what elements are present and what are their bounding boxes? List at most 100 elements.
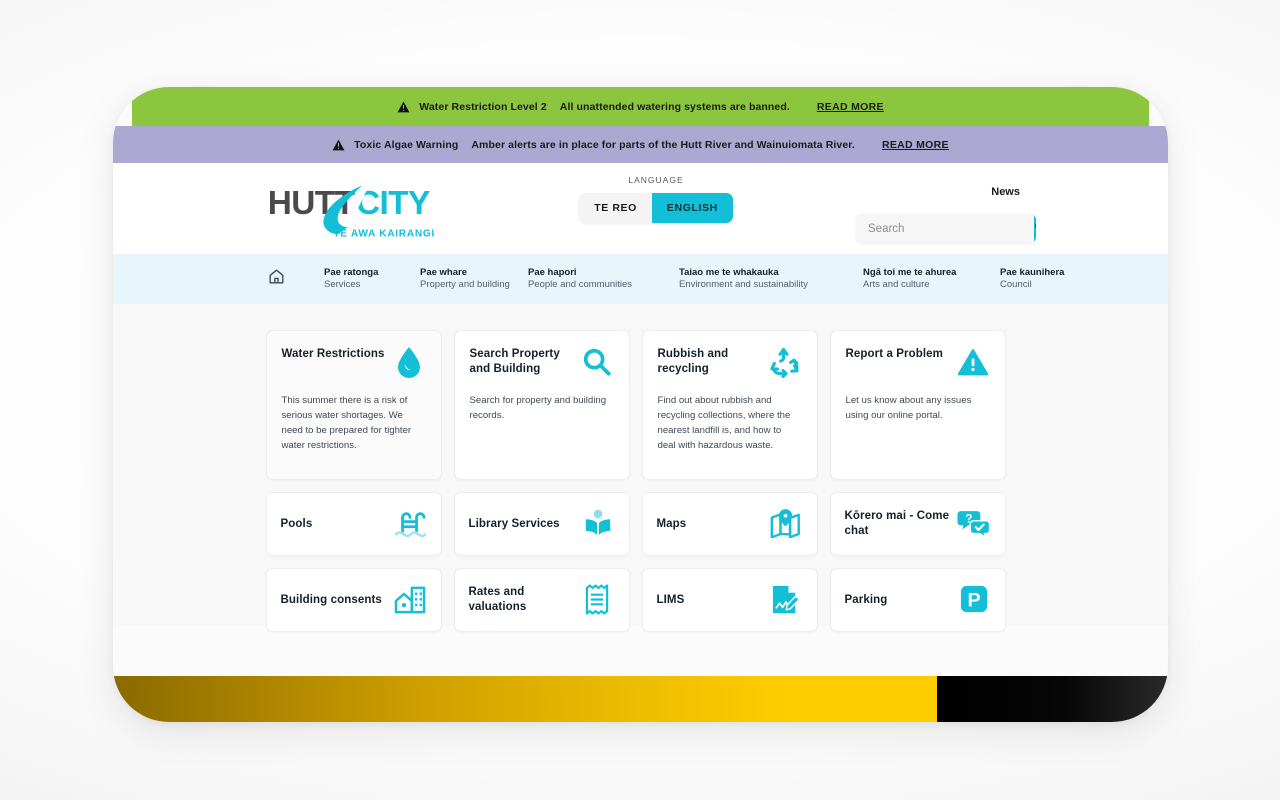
nav-item-label-en: Arts and culture (863, 278, 930, 290)
nav-item-label-mi: Pae ratonga (324, 266, 379, 278)
card-water-restrictions[interactable]: Water Restrictions This summer there is … (265, 330, 442, 480)
card-header: Water Restrictions (282, 347, 426, 381)
card-rates-and-valuations[interactable]: Rates and valuations (453, 568, 630, 632)
nav-item-label-mi: Pae kaunihera (1000, 266, 1065, 278)
open-book-icon (581, 506, 615, 540)
card-header: Maps (657, 508, 803, 540)
card-header: Rates and valuations (468, 582, 615, 616)
card-title: Parking (844, 593, 888, 606)
card-building-consents[interactable]: Building consents (265, 568, 442, 632)
alert-read-more-link[interactable]: READ MORE (882, 139, 949, 151)
svg-text:P: P (967, 589, 980, 611)
nav-item-label-mi: Pae hapori (528, 266, 577, 278)
news-link[interactable]: News (991, 186, 1020, 198)
card-header: Rubbish and recycling (658, 347, 802, 381)
nav-item-label-en: Property and building (420, 278, 510, 290)
nav-item-label-mi: Ngā toi me te ahurea (863, 266, 957, 278)
card-title: Kōrero mai - Come chat (844, 510, 950, 537)
main-content: Water Restrictions This summer there is … (113, 304, 1168, 632)
card-korero-mai-come-chat[interactable]: Kōrero mai - Come chat ? (829, 492, 1006, 556)
alert-triangle-icon (956, 345, 990, 379)
card-description: Find out about rubbish and recycling col… (657, 395, 791, 452)
card-description: Let us know about any issues using our o… (845, 395, 972, 422)
card-description: This summer there is a risk of serious w… (281, 395, 412, 452)
card-grid: Water Restrictions This summer there is … (265, 330, 1016, 632)
search-button[interactable] (1034, 214, 1036, 243)
search-input[interactable] (856, 214, 1034, 243)
nav-item-label-en: Services (324, 278, 361, 290)
recycle-icon (768, 345, 802, 379)
card-header: LIMS (657, 584, 803, 616)
card-maps[interactable]: Maps (641, 492, 818, 556)
alert-banner-toxic-algae[interactable]: Toxic Algae Warning Amber alerts are in … (113, 126, 1168, 163)
card-title: Report a Problem (845, 348, 943, 360)
card-library-services[interactable]: Library Services (453, 492, 630, 556)
nav-item-label-en: Environment and sustainability (679, 278, 808, 290)
water-drop-icon (392, 345, 426, 379)
svg-text:TE AWA KAIRANGI: TE AWA KAIRANGI (333, 229, 435, 239)
card-header: Pools (281, 508, 427, 540)
alert-text: All unattended watering systems are bann… (559, 100, 790, 113)
card-title: Building consents (280, 593, 382, 606)
site-header: HUTT CITY TE AWA KAIRANGI LANGUAGE TE RE… (113, 163, 1168, 254)
parking-p-icon: P (957, 582, 991, 616)
document-pen-icon (769, 582, 803, 616)
warning-triangle-icon (397, 101, 410, 113)
card-title: Maps (656, 517, 687, 530)
card-title: Pools (280, 517, 313, 530)
card-description: Search for property and building records… (469, 395, 607, 422)
chat-bubbles-icon: ? (957, 506, 991, 540)
card-parking[interactable]: Parking P (829, 568, 1006, 632)
magnifier-icon (580, 345, 614, 379)
page-backdrop: Water Restriction Level 2 All unattended… (0, 0, 1280, 800)
card-lims[interactable]: LIMS (641, 568, 818, 632)
nav-item-council[interactable]: Pae kaunihera Council (1000, 266, 1086, 291)
card-header: Report a Problem (846, 347, 990, 381)
card-header: Building consents (281, 584, 427, 616)
search-icon (1034, 220, 1036, 237)
alert-banner-water-restriction[interactable]: Water Restriction Level 2 All unattended… (132, 87, 1149, 126)
card-title: Search Property and Building (469, 348, 560, 375)
card-report-a-problem[interactable]: Report a Problem Let us know about any i… (829, 330, 1006, 480)
nav-item-property-and-building[interactable]: Pae whare Property and building (420, 267, 518, 291)
card-title: LIMS (656, 593, 685, 606)
card-title: Rates and valuations (468, 586, 527, 613)
card-title: Rubbish and recycling (657, 348, 729, 375)
language-button-english[interactable]: ENGLISH (651, 193, 733, 223)
card-header: Kōrero mai - Come chat ? (845, 508, 991, 540)
bottom-color-bar (113, 676, 1168, 722)
folded-map-pin-icon (769, 506, 803, 540)
language-switcher: LANGUAGE TE REO ENGLISH (576, 175, 736, 223)
nav-item-services[interactable]: Pae ratonga Services (324, 266, 410, 291)
nav-item-people-and-communities[interactable]: Pae hapori People and communities (528, 266, 669, 291)
search-bar (856, 214, 1036, 243)
main-navigation: Pae ratonga Services Pae whare Property … (113, 254, 1168, 304)
browser-window: Water Restriction Level 2 All unattended… (113, 87, 1168, 722)
receipt-icon (581, 582, 615, 616)
nav-home-button[interactable] (265, 268, 287, 290)
alert-read-more-link[interactable]: READ MORE (817, 101, 884, 113)
alert-title: Water Restriction Level 2 (419, 100, 547, 113)
language-button-te-reo[interactable]: TE REO (579, 193, 652, 223)
language-label: LANGUAGE (628, 175, 684, 185)
bottom-bar-black-segment (937, 676, 1168, 722)
language-toggle-group: TE REO ENGLISH (579, 193, 733, 223)
nav-item-environment-and-sustainability[interactable]: Taiao me te whakauka Environment and sus… (679, 266, 853, 291)
card-header: Library Services (469, 508, 615, 540)
card-header: Search Property and Building (470, 347, 614, 381)
bottom-bar-gold-segment (113, 676, 937, 722)
card-pools[interactable]: Pools (265, 492, 442, 556)
card-title: Library Services (468, 517, 560, 530)
card-rubbish-and-recycling[interactable]: Rubbish and recycling Find out about rub… (641, 330, 818, 480)
warning-triangle-icon (332, 139, 345, 151)
card-search-property-and-building[interactable]: Search Property and Building Search for … (453, 330, 630, 480)
nav-item-arts-and-culture[interactable]: Ngā toi me te ahurea Arts and culture (863, 266, 990, 291)
alert-text: Amber alerts are in place for parts of t… (471, 138, 855, 151)
home-icon (267, 267, 286, 291)
nav-item-label-mi: Taiao me te whakauka (679, 266, 779, 278)
hutt-city-logo[interactable]: HUTT CITY TE AWA KAIRANGI (266, 177, 446, 239)
svg-text:CITY: CITY (356, 185, 430, 222)
nav-item-label-en: Council (1000, 278, 1032, 290)
alert-title: Toxic Algae Warning (354, 138, 459, 151)
card-title: Water Restrictions (281, 348, 385, 360)
